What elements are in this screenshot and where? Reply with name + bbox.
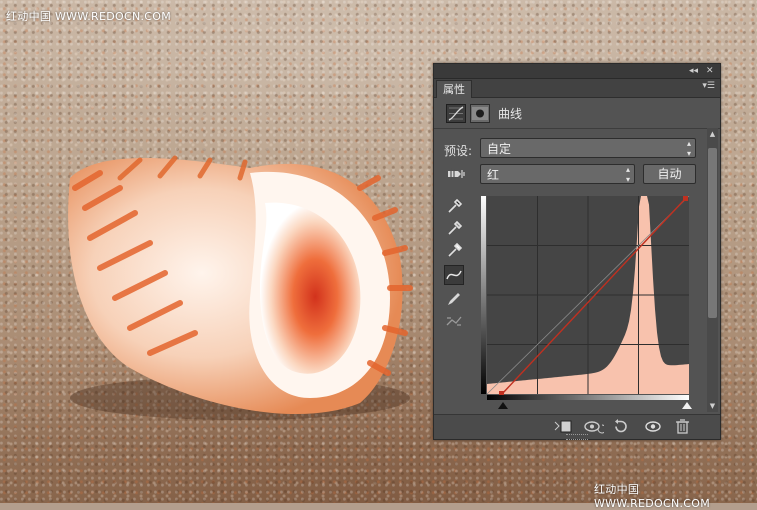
watermark-top: 红动中国 WWW.REDOCN.COM	[6, 10, 172, 23]
visibility-eye-icon[interactable]	[642, 418, 664, 435]
output-gradient-bar	[481, 196, 486, 394]
double-chevron-left-icon[interactable]: ◂◂	[689, 64, 698, 78]
preset-value: 自定	[487, 142, 512, 156]
updown-arrows-icon: ▴ ▾	[625, 165, 630, 184]
close-icon[interactable]: ✕	[706, 64, 714, 78]
auto-button[interactable]: 自动	[643, 164, 696, 184]
updown-arrows-icon: ▴ ▾	[686, 139, 691, 158]
panel-footer	[434, 414, 720, 440]
resize-grip[interactable]	[566, 434, 588, 440]
channel-dropdown[interactable]: 红 ▴ ▾	[480, 164, 635, 184]
curves-adjustment-icon[interactable]	[446, 104, 466, 123]
curves-graph[interactable]	[481, 196, 691, 402]
properties-panel: ◂◂ ✕ 属性 ▾☰ 曲线 预设: 自定 ▴ ▾ 红 ▴ ▾ 自动 ▲ ▼	[433, 63, 721, 440]
on-image-adjust-icon[interactable]	[444, 164, 468, 184]
panel-menu-icon[interactable]: ▾☰	[702, 81, 715, 91]
layer-mask-icon[interactable]	[470, 104, 490, 123]
curve-point-tool-icon[interactable]	[444, 265, 464, 285]
adjustment-title: 曲线	[498, 107, 523, 121]
panel-titlebar[interactable]: ◂◂ ✕	[434, 64, 720, 79]
gray-point-eyedropper-icon[interactable]	[444, 218, 464, 238]
preset-dropdown[interactable]: 自定 ▴ ▾	[480, 138, 696, 158]
pencil-draw-icon[interactable]	[444, 289, 464, 309]
trash-icon[interactable]	[671, 418, 693, 435]
scroll-thumb[interactable]	[708, 148, 717, 318]
reset-adjustment-icon[interactable]	[610, 418, 632, 435]
conch-shell-image	[68, 155, 413, 420]
panel-tab-row: 属性 ▾☰	[434, 79, 720, 98]
tab-properties[interactable]: 属性	[436, 80, 472, 98]
watermark-bottom: 红动中国 WWW.REDOCN.COM	[594, 483, 711, 510]
scroll-down-icon[interactable]: ▼	[707, 402, 718, 410]
adjustment-header: 曲线	[434, 98, 720, 129]
clip-to-layer-icon[interactable]	[552, 418, 574, 435]
black-input-slider[interactable]	[498, 402, 508, 409]
scroll-up-icon[interactable]: ▲	[707, 130, 718, 138]
channel-value: 红	[487, 168, 500, 182]
white-input-slider[interactable]	[682, 402, 692, 409]
input-gradient-bar	[487, 395, 689, 400]
smooth-curve-icon[interactable]	[444, 311, 464, 331]
panel-scrollbar[interactable]: ▲ ▼	[707, 128, 718, 412]
view-previous-state-icon[interactable]	[582, 418, 607, 435]
preset-label: 预设:	[444, 144, 473, 158]
white-point-eyedropper-icon[interactable]	[444, 240, 464, 260]
curve-point-white[interactable]	[683, 196, 688, 201]
black-point-eyedropper-icon[interactable]	[444, 196, 464, 216]
